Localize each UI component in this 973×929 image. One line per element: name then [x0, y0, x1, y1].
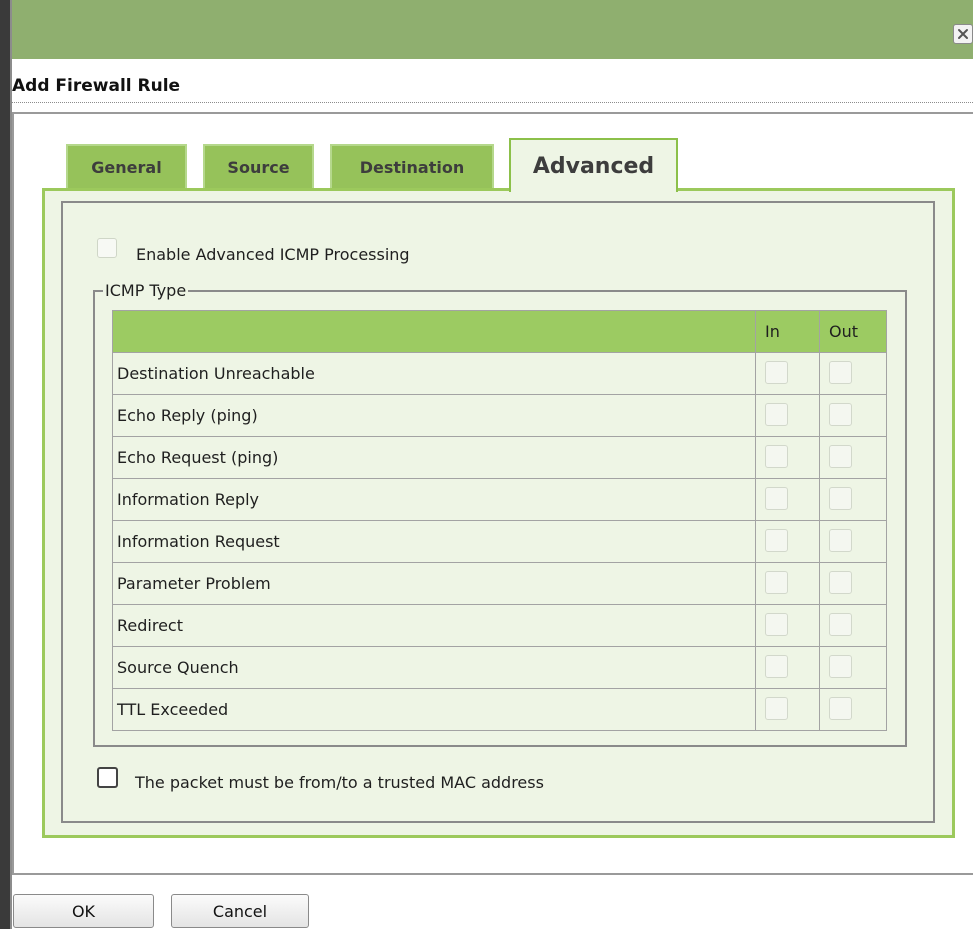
icmp-type-cell: Destination Unreachable [112, 352, 756, 395]
icmp-out-cell [819, 352, 887, 395]
icmp-out-checkbox[interactable] [829, 529, 852, 552]
icmp-in-cell [755, 352, 820, 395]
table-header-row: In Out [112, 310, 887, 353]
window-left-edge [0, 0, 10, 929]
column-header-out: Out [819, 310, 887, 353]
icmp-in-checkbox[interactable] [765, 529, 788, 552]
icmp-out-cell [819, 478, 887, 521]
close-button[interactable] [953, 24, 973, 44]
icmp-out-cell [819, 604, 887, 647]
icmp-out-cell [819, 688, 887, 731]
icmp-type-cell: Parameter Problem [112, 562, 756, 605]
icmp-in-cell [755, 520, 820, 563]
enable-icmp-label: Enable Advanced ICMP Processing [136, 245, 410, 264]
ok-button[interactable]: OK [13, 894, 154, 928]
tab-label: Advanced [532, 153, 655, 179]
icmp-out-checkbox[interactable] [829, 361, 852, 384]
icmp-type-cell: Redirect [112, 604, 756, 647]
icmp-out-checkbox[interactable] [829, 445, 852, 468]
dialog-title: Add Firewall Rule [12, 76, 181, 96]
icmp-out-checkbox[interactable] [829, 571, 852, 594]
icmp-in-cell [755, 436, 820, 479]
icmp-type-cell: Source Quench [112, 646, 756, 689]
trusted-mac-checkbox[interactable] [97, 767, 118, 788]
tab-source[interactable]: Source [203, 144, 314, 188]
tab-label: Source [227, 157, 290, 177]
close-icon [958, 29, 968, 39]
table-row: Information Reply [112, 478, 887, 521]
icmp-out-cell [819, 436, 887, 479]
enable-icmp-checkbox[interactable] [97, 238, 117, 258]
icmp-in-checkbox[interactable] [765, 613, 788, 636]
table-row: Redirect [112, 604, 887, 647]
tab-destination[interactable]: Destination [330, 144, 494, 188]
icmp-out-checkbox[interactable] [829, 613, 852, 636]
icmp-out-cell [819, 646, 887, 689]
icmp-out-checkbox[interactable] [829, 487, 852, 510]
dialog-titlebar[interactable] [12, 0, 973, 59]
icmp-type-cell: Information Request [112, 520, 756, 563]
icmp-type-cell: Information Reply [112, 478, 756, 521]
icmp-in-cell [755, 562, 820, 605]
tab-advanced[interactable]: Advanced [509, 138, 678, 192]
icmp-in-checkbox[interactable] [765, 571, 788, 594]
title-divider [12, 102, 973, 103]
icmp-in-checkbox[interactable] [765, 445, 788, 468]
icmp-out-cell [819, 562, 887, 605]
icmp-out-checkbox[interactable] [829, 697, 852, 720]
table-row: Parameter Problem [112, 562, 887, 605]
cancel-button-label: Cancel [212, 901, 268, 921]
icmp-in-checkbox[interactable] [765, 655, 788, 678]
table-row: Destination Unreachable [112, 352, 887, 395]
icmp-type-cell: TTL Exceeded [112, 688, 756, 731]
tab-general[interactable]: General [66, 144, 187, 188]
icmp-in-checkbox[interactable] [765, 403, 788, 426]
column-header-type [112, 310, 756, 353]
icmp-in-cell [755, 604, 820, 647]
icmp-in-cell [755, 478, 820, 521]
icmp-type-table: In Out Destination Unreachable Echo Reply… [112, 310, 887, 731]
table-row: Echo Reply (ping) [112, 394, 887, 437]
icmp-in-cell [755, 646, 820, 689]
icmp-out-checkbox[interactable] [829, 403, 852, 426]
table-row: Information Request [112, 520, 887, 563]
table-row: Echo Request (ping) [112, 436, 887, 479]
icmp-type-legend: ICMP Type [103, 281, 189, 300]
table-row: Source Quench [112, 646, 887, 689]
icmp-in-checkbox[interactable] [765, 361, 788, 384]
icmp-in-cell [755, 688, 820, 731]
tab-label: General [91, 157, 162, 177]
table-row: TTL Exceeded [112, 688, 887, 731]
icmp-in-checkbox[interactable] [765, 697, 788, 720]
ok-button-label: OK [71, 901, 96, 921]
icmp-type-cell: Echo Reply (ping) [112, 394, 756, 437]
tab-label: Destination [359, 157, 465, 177]
icmp-in-cell [755, 394, 820, 437]
column-header-in: In [755, 310, 820, 353]
cancel-button[interactable]: Cancel [171, 894, 309, 928]
icmp-out-checkbox[interactable] [829, 655, 852, 678]
icmp-in-checkbox[interactable] [765, 487, 788, 510]
trusted-mac-label: The packet must be from/to a trusted MAC… [135, 773, 544, 792]
icmp-type-cell: Echo Request (ping) [112, 436, 756, 479]
icmp-out-cell [819, 520, 887, 563]
icmp-out-cell [819, 394, 887, 437]
